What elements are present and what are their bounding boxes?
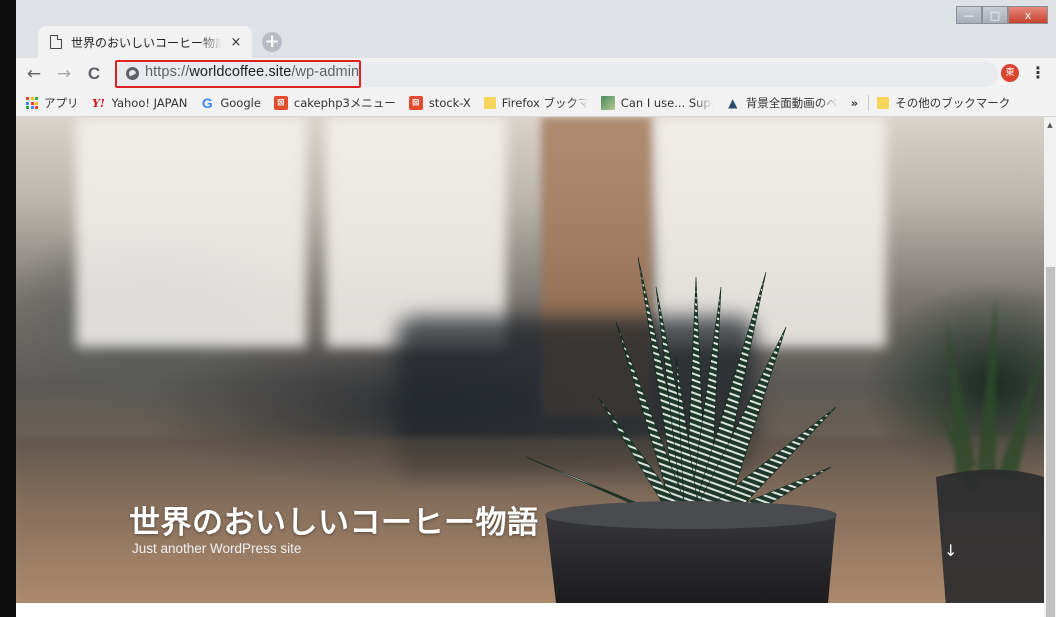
window-border	[0, 0, 16, 617]
plant-image	[525, 256, 837, 603]
browser-menu-icon[interactable]: ⋮	[1030, 64, 1046, 84]
browser-window: 世界のおいしいコーヒー物語 – Just another WordPress s…	[0, 0, 1056, 617]
bookmarks-bar: アプリ Y! Yahoo! JAPAN G Google ⊠ cakephp3メ…	[16, 90, 1056, 117]
tab-title: 世界のおいしいコーヒー物語 – Just another WordPress s…	[71, 35, 222, 50]
bookmark-stock-x[interactable]: ⊠ stock-X	[408, 96, 471, 110]
forward-button[interactable]: →	[54, 64, 74, 84]
scrollbar-thumb[interactable]	[1046, 267, 1055, 617]
profile-avatar[interactable]: 東	[1001, 64, 1019, 82]
scroll-up-icon[interactable]: ▲	[1044, 119, 1056, 131]
tab-strip: 世界のおいしいコーヒー物語 – Just another WordPress s…	[16, 0, 1056, 58]
tab-close-icon[interactable]: ×	[228, 34, 244, 50]
bookmark-google[interactable]: G Google	[200, 95, 261, 111]
site-tagline: Just another WordPress site	[132, 541, 302, 556]
bookmark-label: アプリ	[44, 96, 79, 110]
folder-icon	[483, 97, 496, 109]
yahoo-icon: Y!	[92, 96, 105, 110]
back-button[interactable]: ←	[24, 64, 44, 84]
scroll-down-icon[interactable]: ↓	[944, 541, 957, 560]
new-tab-button[interactable]: +	[262, 32, 282, 52]
browser-tab[interactable]: 世界のおいしいコーヒー物語 – Just another WordPress s…	[38, 26, 252, 58]
page-icon	[50, 35, 62, 49]
browser-toolbar: ← → C https://worldcoffee.site/wp-admin …	[16, 58, 1056, 90]
vertical-scrollbar[interactable]: ▲	[1044, 117, 1056, 617]
page-viewport: 世界のおいしいコーヒー物語 Just another WordPress sit…	[16, 117, 1044, 617]
site-title[interactable]: 世界のおいしいコーヒー物語	[129, 497, 539, 542]
bookmark-cakephp3[interactable]: ⊠ cakephp3メニュー	[273, 95, 396, 111]
minimize-button[interactable]: —	[956, 6, 982, 24]
hero-header-image: 世界のおいしいコーヒー物語 Just another WordPress sit…	[16, 117, 1044, 607]
bookmark-label: Yahoo! JAPAN	[111, 96, 188, 110]
page-content-area	[16, 603, 1044, 617]
cakephp-icon: ⊠	[273, 96, 288, 110]
bookmark-label: stock-X	[428, 96, 471, 110]
cakephp-icon: ⊠	[408, 96, 423, 110]
apps-grid-icon	[26, 97, 38, 109]
bookmark-yahoo[interactable]: Y! Yahoo! JAPAN	[92, 96, 188, 110]
reload-button[interactable]: C	[84, 64, 104, 84]
bookmark-caniuse[interactable]: Can I use... Support	[600, 96, 713, 110]
bookmark-label: Can I use... Support	[620, 96, 713, 110]
bookmark-bg-video[interactable]: ▲ 背景全面動画のページ	[726, 95, 838, 111]
bookmark-label: Firefox ブックマーク	[501, 96, 588, 110]
bookmark-other[interactable]: その他のブックマーク	[877, 95, 1010, 111]
bookmark-label: 背景全面動画のページ	[745, 96, 838, 110]
google-icon: G	[201, 95, 213, 111]
window-controls: — □ x	[956, 6, 1048, 24]
mountain-icon: ▲	[728, 96, 738, 110]
bookmark-firefox[interactable]: Firefox ブックマーク	[483, 95, 588, 111]
bookmarks-overflow-button[interactable]: »	[851, 96, 858, 110]
bookmark-label: cakephp3メニュー	[293, 96, 396, 110]
bookmark-apps[interactable]: アプリ	[26, 95, 79, 111]
bookmark-label: その他のブックマーク	[895, 96, 1011, 110]
folder-icon	[877, 97, 890, 109]
bookmarks-divider	[868, 95, 870, 111]
close-window-button[interactable]: x	[1008, 6, 1048, 24]
bookmark-label: Google	[220, 96, 261, 110]
maximize-button[interactable]: □	[982, 6, 1008, 24]
image-icon	[600, 96, 615, 110]
url-highlight-box	[115, 60, 361, 88]
